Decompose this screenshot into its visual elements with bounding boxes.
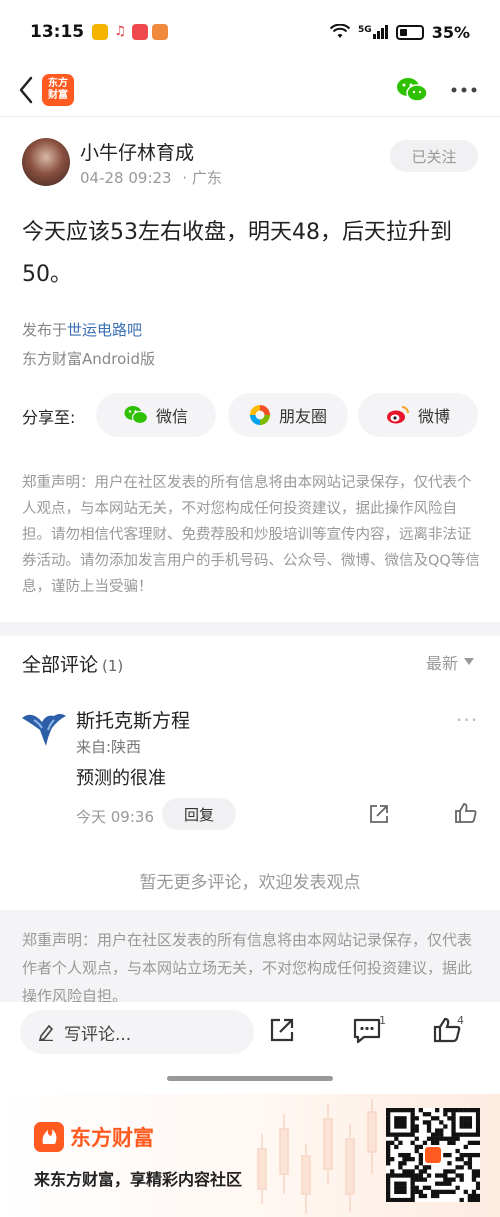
status-time: 13:15 (30, 22, 85, 42)
battery-icon (395, 24, 424, 40)
comment-avatar[interactable] (20, 702, 68, 750)
video-app-icon (132, 24, 149, 40)
footer-brand: 东方财富 (70, 1126, 154, 1150)
music-app-icon: ♫ (112, 24, 129, 40)
wifi-icon (330, 24, 351, 38)
brand-logo-line1: 东方 (48, 78, 68, 89)
forum-link[interactable]: 世运电路吧 (67, 321, 142, 339)
post-meta: 04-28 09:23 · 广东 (80, 167, 222, 188)
status-bar: 13:15 ♫ 5G 35% (0, 0, 500, 64)
comment-author[interactable]: 斯托克斯方程 (76, 706, 190, 733)
footer-banner: 东方财富 来东方财富，享精彩内容社区 (0, 1094, 500, 1217)
comments-icon[interactable] (352, 1016, 382, 1044)
game-app-icon (152, 24, 169, 40)
reply-button[interactable]: 回复 (162, 798, 236, 830)
bird-avatar-icon (22, 714, 66, 746)
post-date: 04-28 09:23 (80, 169, 172, 187)
share-label: 分享至: (22, 408, 76, 427)
sort-dropdown[interactable]: 最新 (426, 650, 475, 674)
comment-text: 预测的很准 (76, 768, 166, 789)
footer-slogan: 来东方财富，享精彩内容社区 (34, 1170, 243, 1189)
back-button[interactable] (12, 70, 40, 110)
more-options-icon[interactable] (450, 86, 478, 94)
comments-count: (1) (102, 657, 124, 675)
brand-logo[interactable]: 东方 财富 (42, 74, 74, 106)
notification-app-icon (92, 24, 109, 40)
wechat-icon (124, 406, 148, 425)
comments-title: 全部评论 (22, 654, 99, 676)
no-more-comments: 暂无更多评论，欢迎发表观点 (139, 873, 361, 893)
share-wechat-label: 微信 (155, 407, 188, 426)
network-type: 5G (358, 25, 372, 35)
dropdown-triangle-icon (464, 658, 475, 665)
wechat-share-icon[interactable] (396, 77, 428, 103)
follow-button[interactable]: 已关注 (390, 140, 478, 172)
comments-badge: 1 (379, 1014, 386, 1027)
top-nav-bar: 东方 财富 (0, 64, 500, 116)
battery-percent: 35% (431, 22, 470, 42)
disclaimer-box: 郑重声明：用户在社区发表的所有信息将由本网站记录保存，仅代表作者个人观点，与本网… (0, 910, 500, 1002)
likes-badge: 4 (457, 1014, 464, 1027)
footer-logo: 东方财富 (34, 1122, 154, 1152)
comment-input[interactable]: 写评论... (20, 1010, 254, 1054)
status-app-icons: ♫ (92, 24, 169, 40)
like-icon[interactable] (454, 802, 478, 824)
share-wechat-button[interactable]: 微信 (96, 393, 216, 437)
brand-logo-line2: 财富 (48, 90, 68, 101)
bottom-action-bar: 写评论... 1 4 (0, 1002, 500, 1062)
post-location: · 广东 (182, 169, 222, 187)
weibo-icon (386, 406, 409, 424)
disclaimer: 郑重声明：用户在社区发表的所有信息将由本网站记录保存，仅代表个人观点，与本网站无… (22, 475, 480, 595)
candlestick-decoration-icon (257, 1099, 377, 1214)
moments-icon (249, 405, 270, 425)
comments-header: 全部评论 (1) (22, 650, 123, 677)
comment-placeholder: 写评论... (64, 1024, 132, 1045)
post-client: 东方财富Android版 (22, 350, 155, 368)
comment-more-icon[interactable]: ··· (456, 708, 478, 732)
status-right: 5G 35% (330, 23, 470, 42)
share-weibo-button[interactable]: 微博 (358, 393, 478, 437)
flame-logo-icon (34, 1122, 64, 1152)
sort-label: 最新 (426, 654, 459, 673)
home-indicator[interactable] (167, 1076, 333, 1081)
pencil-icon (38, 1024, 54, 1041)
comment-origin: 来自:陕西 (76, 738, 142, 756)
share-icon[interactable] (368, 803, 390, 825)
share-weibo-label: 微博 (417, 407, 450, 426)
nav-divider (0, 116, 500, 117)
share-moments-button[interactable]: 朋友圈 (228, 393, 348, 437)
author-name[interactable]: 小牛仔林育成 (80, 138, 194, 165)
comment-time: 今天 09:36 (76, 808, 154, 826)
disclaimer-secondary: 郑重声明：用户在社区发表的所有信息将由本网站记录保存，仅代表作者个人观点，与本网… (22, 931, 473, 1002)
forward-icon[interactable] (268, 1016, 296, 1044)
published-in-prefix: 发布于 (22, 321, 68, 339)
section-divider (0, 622, 500, 636)
signal-icon: 5G (358, 25, 388, 39)
author-avatar[interactable] (22, 138, 70, 186)
post-content: 今天应该53左右收盘，明天48，后天拉升到50。 (22, 220, 452, 287)
published-in: 发布于世运电路吧 (22, 319, 142, 340)
qr-code[interactable] (386, 1108, 480, 1202)
share-moments-label: 朋友圈 (278, 407, 327, 426)
back-arrow-icon (19, 76, 33, 104)
